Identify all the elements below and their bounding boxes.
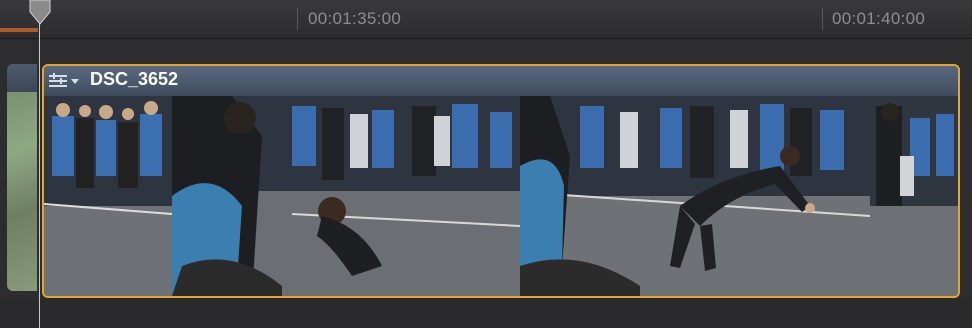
- filmstrip-frame: [870, 96, 958, 296]
- timeline-bottom-area: [0, 298, 972, 328]
- filmstrip-frame: [44, 96, 172, 296]
- previous-clip-header: [7, 64, 37, 92]
- previous-clip[interactable]: [7, 64, 37, 291]
- clip-menu-icon[interactable]: [49, 73, 83, 94]
- playhead-line[interactable]: [39, 8, 40, 328]
- previous-clip-thumbnail: [7, 92, 37, 291]
- ruler-tick: [297, 8, 298, 30]
- timecode-label: 00:01:40:00: [832, 9, 926, 28]
- clip-name: DSC_3652: [90, 69, 179, 89]
- timeline-ruler[interactable]: 00:01:35:00 00:01:40:00: [0, 0, 972, 39]
- clip-header[interactable]: DSC_3652: [44, 66, 958, 96]
- selected-clip[interactable]: DSC_3652: [42, 64, 960, 298]
- filmstrip-frame: [520, 96, 870, 296]
- playhead-handle-icon[interactable]: [28, 0, 52, 31]
- filmstrip-frame: [172, 96, 520, 296]
- timecode-label: 00:01:35:00: [308, 9, 402, 28]
- clip-filmstrip: [44, 96, 958, 296]
- ruler-tick: [822, 8, 823, 30]
